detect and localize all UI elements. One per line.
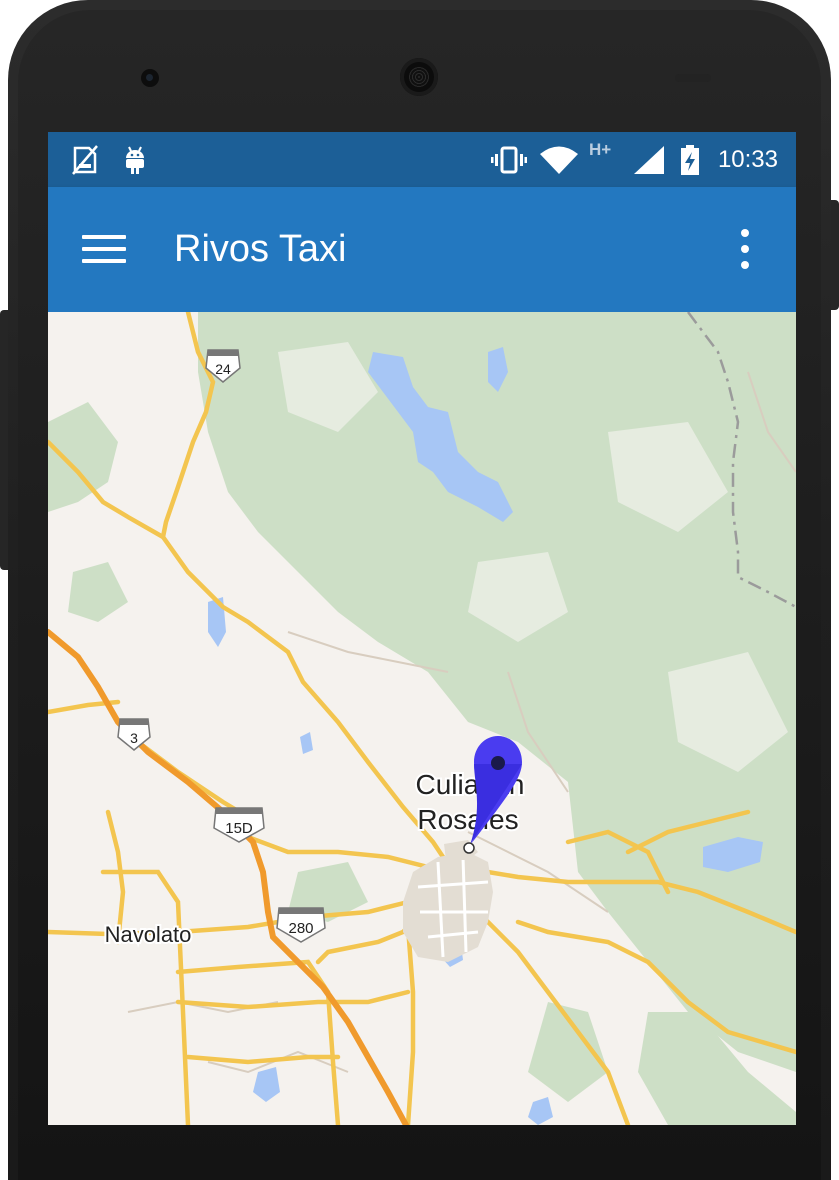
app-bar: Rivos Taxi: [48, 187, 796, 312]
wifi-icon: [538, 132, 580, 187]
battery-charging-icon: [678, 132, 702, 187]
status-time: 10:33: [717, 146, 778, 173]
shield-label-15d: 15D: [225, 820, 253, 837]
network-type-label: H+: [589, 140, 612, 159]
map-view[interactable]: 24 3 15D 280 Culiacán Rosales Navolato: [48, 312, 796, 1125]
shield-label-24: 24: [215, 361, 231, 377]
front-camera: [141, 69, 159, 87]
status-bar: H+ 10:33: [48, 132, 796, 187]
place-label-rosales: Rosales: [417, 804, 518, 835]
place-label-navolato: Navolato: [105, 922, 192, 947]
shield-label-280: 280: [288, 920, 313, 937]
screen: H+ 10:33 Rivos Taxi 24 3 15D 280 Culiacá…: [48, 132, 796, 1125]
overflow-menu-button[interactable]: [730, 227, 760, 271]
android-icon: [122, 132, 148, 187]
no-sim-icon: [70, 132, 100, 187]
shield-label-3: 3: [130, 730, 138, 746]
more-vert-icon: [741, 229, 749, 237]
vibrate-icon: [490, 132, 528, 187]
hamburger-line: [82, 247, 126, 251]
earpiece-speaker: [400, 58, 438, 96]
proximity-sensor: [675, 74, 711, 82]
hamburger-menu-button[interactable]: [82, 231, 126, 267]
phone-frame: H+ 10:33 Rivos Taxi 24 3 15D 280 Culiacá…: [0, 0, 839, 1180]
overflow-dot: [741, 261, 749, 269]
hamburger-menu-icon: [82, 235, 126, 239]
hamburger-line: [82, 259, 126, 263]
overflow-dot: [741, 245, 749, 253]
signal-icon: [632, 132, 666, 187]
app-title: Rivos Taxi: [174, 228, 347, 270]
